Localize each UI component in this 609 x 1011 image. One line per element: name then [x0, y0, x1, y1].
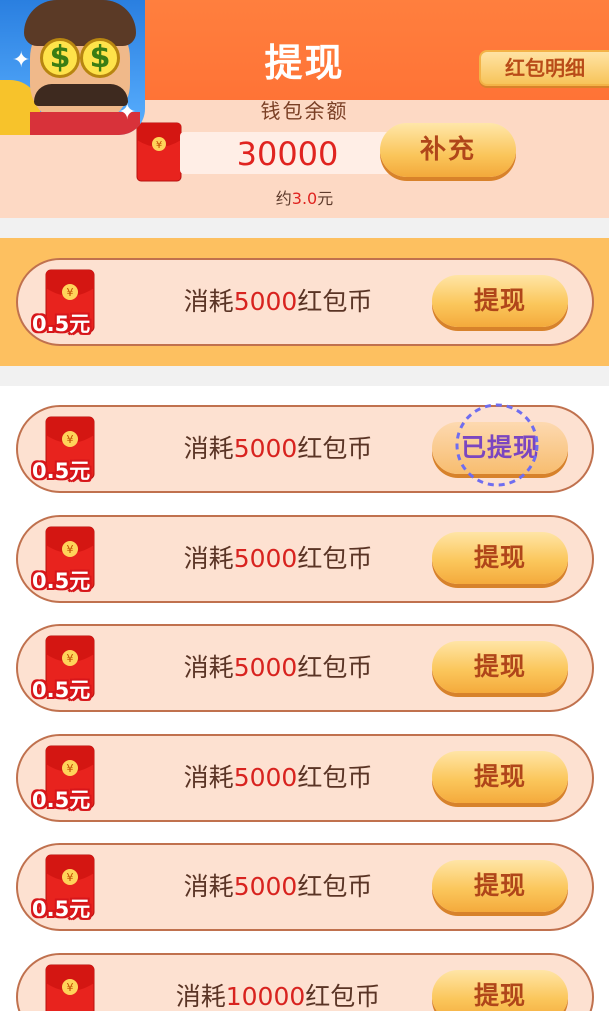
svg-text:¥: ¥ — [156, 140, 162, 151]
withdraw-option-row: ¥ 0.5元 消耗5000红包币 已提现 — [16, 403, 594, 493]
cost-label: 消耗5000红包币 — [158, 845, 398, 929]
red-envelope-icon: ¥ 0.5元 — [32, 413, 116, 493]
red-envelope-icon: ¥ 0.5元 — [32, 851, 116, 931]
cost-prefix: 消耗 — [175, 982, 226, 1011]
cost-prefix: 消耗 — [183, 434, 234, 463]
cost-prefix: 消耗 — [183, 653, 234, 682]
red-envelope-icon: ¥ — [32, 961, 116, 1011]
cost-unit: 红包币 — [297, 434, 373, 463]
cost-label: 消耗5000红包币 — [158, 260, 398, 344]
reward-amount-badge: 0.5元 — [32, 312, 91, 336]
approx-prefix: 约 — [275, 189, 292, 208]
cost-amount: 5000 — [233, 763, 298, 792]
red-envelope-graphic: ¥ — [45, 964, 95, 1011]
section-divider — [0, 366, 609, 386]
withdraw-option-row: ¥ 0.5元 消耗5000红包币 提现 — [16, 843, 594, 931]
cost-label: 消耗5000红包币 — [158, 626, 398, 710]
reward-amount-badge: 0.5元 — [32, 897, 91, 921]
cost-label: 消耗10000红包币 — [158, 955, 398, 1011]
svg-text:¥: ¥ — [67, 871, 74, 884]
dollar-eye-left-icon: $ — [40, 38, 80, 78]
cost-amount: 5000 — [233, 653, 298, 682]
withdraw-page: 提现 红包明细 钱包余额 ¥ 30000 补充 约3.0元 $ $ ✦ ✦ ¥ … — [0, 0, 609, 1011]
cost-amount: 5000 — [233, 544, 298, 573]
cost-unit: 红包币 — [305, 982, 381, 1011]
withdraw-button[interactable]: 提现 — [432, 751, 568, 803]
approx-value: 3.0 — [291, 189, 318, 208]
dollar-eye-right-icon: $ — [80, 38, 120, 78]
withdraw-option-row: ¥ 0.5元 消耗5000红包币 提现 — [16, 734, 594, 822]
svg-text:¥: ¥ — [67, 433, 74, 446]
money-eyes-mascot-icon: $ $ ✦ ✦ — [0, 0, 145, 135]
cost-amount: 5000 — [233, 872, 298, 901]
wallet-balance-amount: 30000 — [180, 132, 395, 174]
cost-prefix: 消耗 — [183, 872, 234, 901]
mascot-hair — [24, 0, 136, 46]
red-envelope-icon: ¥ 0.5元 — [32, 266, 116, 346]
red-envelope-icon: ¥ 0.5元 — [32, 742, 116, 822]
cost-amount: 5000 — [233, 287, 298, 316]
cost-unit: 红包币 — [297, 544, 373, 573]
reward-amount-badge: 0.5元 — [32, 569, 91, 593]
withdraw-button[interactable]: 已提现 — [432, 422, 568, 474]
sparkle-icon: ✦ — [118, 100, 137, 125]
sparkle-icon: ✦ — [12, 48, 31, 73]
withdraw-option-row: ¥ 0.5元 消耗5000红包币 提现 — [16, 258, 594, 346]
cost-prefix: 消耗 — [183, 287, 234, 316]
withdraw-button[interactable]: 提现 — [432, 532, 568, 584]
approx-suffix: 元 — [317, 189, 334, 208]
reward-amount-badge: 0.5元 — [32, 678, 91, 702]
mascot-mustache — [34, 84, 128, 106]
cost-unit: 红包币 — [297, 287, 373, 316]
svg-text:¥: ¥ — [67, 543, 74, 556]
approx-cash-value: 约3.0元 — [0, 185, 609, 209]
withdraw-option-row: ¥ 0.5元 消耗5000红包币 提现 — [16, 515, 594, 603]
cost-prefix: 消耗 — [183, 544, 234, 573]
svg-text:¥: ¥ — [67, 286, 74, 299]
reward-amount-badge: 0.5元 — [32, 788, 91, 812]
cost-amount: 5000 — [233, 434, 298, 463]
svg-text:¥: ¥ — [67, 762, 74, 775]
cost-unit: 红包币 — [297, 872, 373, 901]
refill-button[interactable]: 补充 — [380, 123, 516, 177]
red-envelope-icon: ¥ — [136, 122, 182, 182]
red-packet-detail-button[interactable]: 红包明细 — [479, 50, 609, 86]
cost-label: 消耗5000红包币 — [158, 736, 398, 820]
withdraw-option-row: ¥ 消耗10000红包币 提现 — [16, 953, 594, 1011]
red-envelope-icon: ¥ 0.5元 — [32, 523, 116, 603]
svg-text:¥: ¥ — [67, 652, 74, 665]
withdraw-button[interactable]: 提现 — [432, 641, 568, 693]
red-envelope-icon: ¥ 0.5元 — [32, 632, 116, 712]
cost-label: 消耗5000红包币 — [158, 407, 398, 491]
cost-label: 消耗5000红包币 — [158, 517, 398, 601]
withdraw-button[interactable]: 提现 — [432, 860, 568, 912]
reward-amount-badge: 0.5元 — [32, 459, 91, 483]
withdraw-option-row: ¥ 0.5元 消耗5000红包币 提现 — [16, 624, 594, 712]
svg-text:¥: ¥ — [67, 981, 74, 994]
cost-amount: 10000 — [225, 982, 306, 1011]
withdraw-button[interactable]: 提现 — [432, 275, 568, 327]
cost-unit: 红包币 — [297, 763, 373, 792]
section-divider — [0, 218, 609, 238]
cost-unit: 红包币 — [297, 653, 373, 682]
cost-prefix: 消耗 — [183, 763, 234, 792]
withdraw-button[interactable]: 提现 — [432, 970, 568, 1011]
